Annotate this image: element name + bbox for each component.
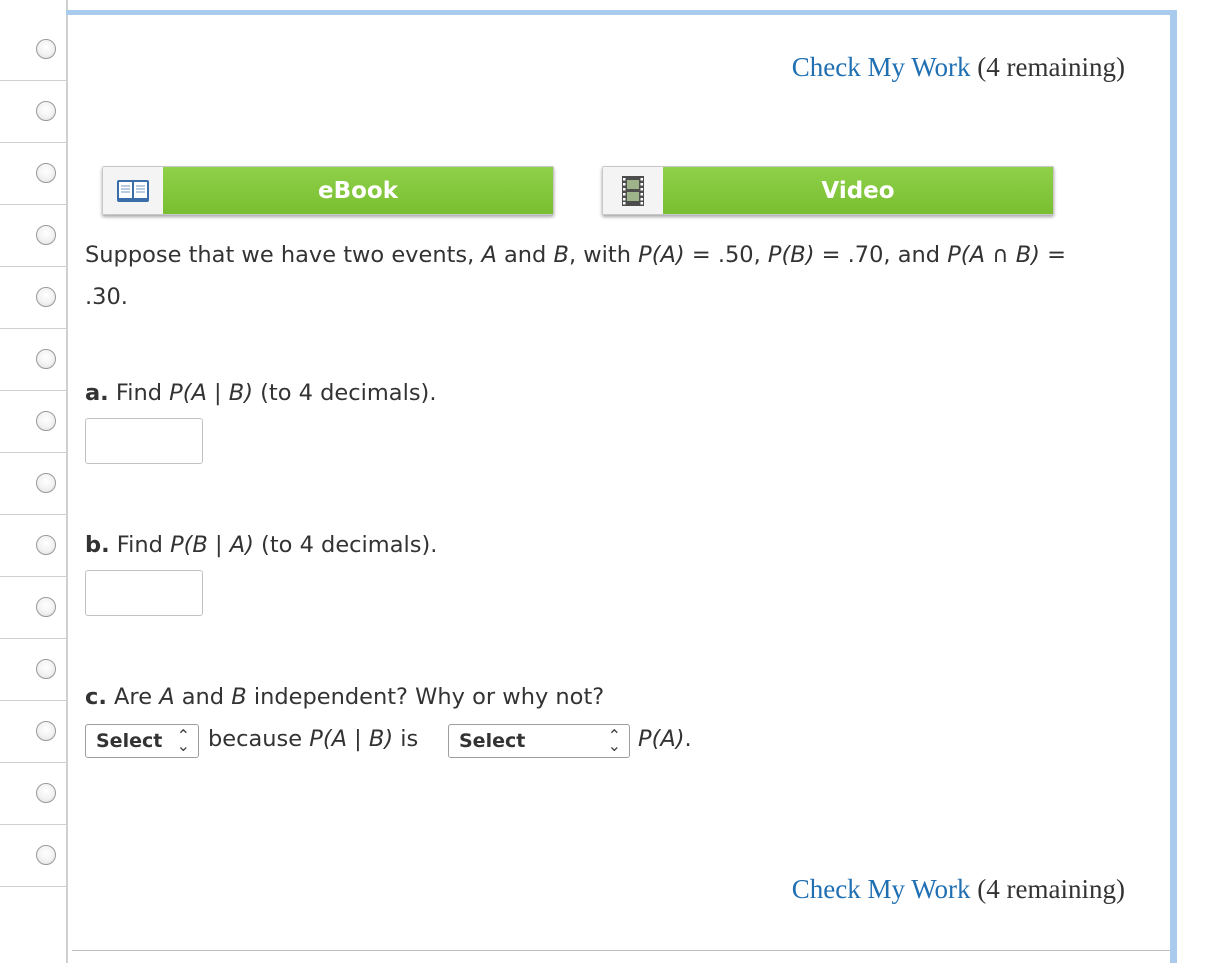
question-radio-button[interactable]: [36, 287, 56, 307]
question-radio-list: [0, 0, 66, 963]
part-a-prompt: a. Find P(A | B) (to 4 decimals).: [85, 380, 436, 406]
question-radio-button[interactable]: [36, 349, 56, 369]
comparison-select-value: Select: [459, 730, 526, 752]
part-c-label: c.: [85, 684, 107, 710]
remaining-count: (4 remaining): [977, 874, 1125, 904]
part-c-expr: P(A | B): [309, 726, 394, 752]
question-radio-button[interactable]: [36, 473, 56, 493]
with-text: , with: [568, 242, 639, 268]
select-arrows-icon: ⌃ ⌄: [607, 726, 621, 755]
event-a: A: [481, 242, 497, 268]
intro-text: Suppose that we have two events,: [85, 242, 482, 268]
check-my-work-top: Check My Work (4 remaining): [792, 52, 1125, 83]
part-a-expr: P(A | B): [169, 380, 253, 406]
question-radio-button[interactable]: [36, 721, 56, 741]
period-text: .: [684, 726, 692, 752]
part-a-answer-input[interactable]: [85, 418, 203, 464]
question-row: [0, 514, 66, 577]
question-row: [0, 142, 66, 205]
question-row: [0, 576, 66, 639]
question-row: [0, 762, 66, 825]
question-radio-button[interactable]: [36, 659, 56, 679]
video-button[interactable]: Video: [602, 166, 1054, 215]
video-label: Video: [663, 167, 1053, 214]
pa-value: = .50,: [684, 242, 768, 268]
part-c-q1: Are: [106, 684, 160, 710]
part-c-pa: P(A).: [638, 726, 692, 752]
question-row: [0, 824, 66, 887]
film-icon: [603, 167, 663, 214]
select-arrows-icon: ⌃ ⌄: [176, 726, 190, 755]
part-b-expr: P(B | A): [170, 532, 254, 558]
question-radio-button[interactable]: [36, 39, 56, 59]
question-radio-button[interactable]: [36, 535, 56, 555]
question-row: [0, 80, 66, 143]
panel-top-border: [66, 10, 1177, 15]
pb-expr: P(B): [767, 242, 815, 268]
part-b-prompt: b. Find P(B | A) (to 4 decimals).: [85, 532, 437, 558]
part-b-find: Find: [109, 532, 171, 558]
book-icon: [103, 167, 163, 214]
and-text: and: [496, 242, 554, 268]
panel-right-border: [1170, 10, 1177, 963]
comparison-select[interactable]: Select ⌃ ⌄: [448, 724, 630, 758]
part-b-answer-input[interactable]: [85, 570, 203, 616]
event-b: B: [553, 242, 569, 268]
question-row: [0, 390, 66, 453]
question-radio-button[interactable]: [36, 783, 56, 803]
part-c-prompt: c. Are A and B independent? Why or why n…: [85, 684, 604, 710]
ebook-button[interactable]: eBook: [102, 166, 554, 215]
question-row: [0, 452, 66, 515]
part-a-label: a.: [85, 380, 109, 406]
part-c-b: B: [231, 684, 247, 710]
question-row: [0, 266, 66, 329]
question-intro: Suppose that we have two events, A and B…: [85, 242, 1066, 268]
remaining-count: (4 remaining): [977, 52, 1125, 82]
question-row: [0, 638, 66, 701]
ebook-label: eBook: [163, 167, 553, 214]
question-row: [0, 328, 66, 391]
part-b-label: b.: [85, 532, 110, 558]
pab-expr: P(A ∩ B): [947, 242, 1040, 268]
part-c-pa-expr: P(A): [638, 726, 685, 752]
independence-select[interactable]: Select ⌃ ⌄: [85, 724, 199, 758]
part-a-suffix: (to 4 decimals).: [252, 380, 437, 406]
independence-select-value: Select: [96, 730, 163, 752]
because-text: because: [208, 726, 310, 752]
pa-expr: P(A): [638, 242, 685, 268]
question-radio-button[interactable]: [36, 597, 56, 617]
question-row: [0, 700, 66, 763]
question-panel: [66, 0, 1172, 963]
question-radio-button[interactable]: [36, 101, 56, 121]
check-my-work-link[interactable]: Check My Work: [792, 52, 971, 82]
part-c-q2: independent? Why or why not?: [246, 684, 605, 710]
part-c-because-text: because P(A | B) is: [208, 726, 418, 752]
question-radio-button[interactable]: [36, 845, 56, 865]
part-b-suffix: (to 4 decimals).: [253, 532, 438, 558]
part-c-and: and: [174, 684, 232, 710]
check-my-work-bottom: Check My Work (4 remaining): [792, 874, 1125, 905]
part-c-a: A: [159, 684, 175, 710]
question-radio-button[interactable]: [36, 225, 56, 245]
is-text: is: [393, 726, 419, 752]
panel-bottom-divider: [72, 950, 1170, 951]
pb-value: = .70, and: [814, 242, 948, 268]
check-my-work-link[interactable]: Check My Work: [792, 874, 971, 904]
part-a-find: Find: [108, 380, 170, 406]
equals-text: =: [1039, 242, 1066, 268]
question-radio-button[interactable]: [36, 163, 56, 183]
question-radio-button[interactable]: [36, 411, 56, 431]
question-row: [0, 18, 66, 81]
question-row: [0, 204, 66, 267]
question-intro-line2: .30.: [85, 284, 128, 310]
